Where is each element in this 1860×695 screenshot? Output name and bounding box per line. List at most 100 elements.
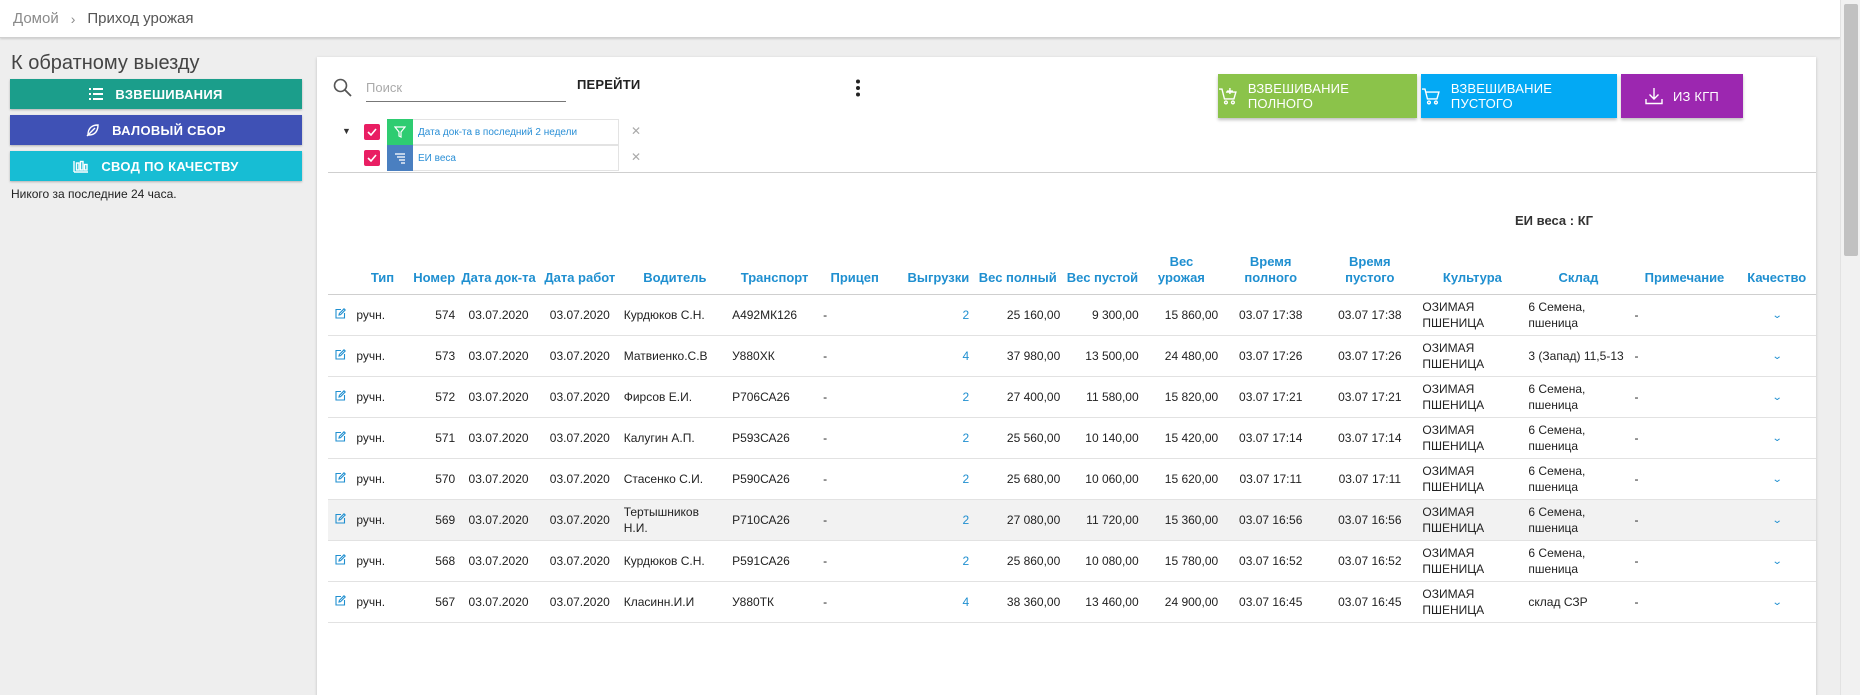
col-culture[interactable]: Культура [1419,239,1526,295]
col-driver[interactable]: Водитель [620,239,730,295]
weigh-empty-button[interactable]: ВЗВЕШИВАНИЕ ПУСТОГО [1421,74,1617,118]
go-button[interactable]: ПЕРЕЙТИ [577,77,640,92]
chevron-down-icon[interactable]: ⌄ [1771,308,1782,324]
col-storage[interactable]: Склад [1525,239,1632,295]
cell-type: ручн. [353,540,398,582]
cell-weight-empty: 13 460,00 [1063,581,1142,623]
chevron-down-icon[interactable]: ⌄ [1771,431,1782,447]
cell-driver: Стасенко С.И. [620,458,730,500]
remove-filter-icon[interactable]: ✕ [631,150,641,164]
quality-expand[interactable]: ⌄ [1737,294,1816,336]
more-vertical-icon[interactable] [855,79,861,97]
cell-unloads[interactable]: 2 [889,417,973,459]
search-input[interactable] [366,74,566,102]
col-time-empty[interactable]: Время пустого [1320,239,1420,295]
col-type[interactable]: Тип [353,239,398,295]
search-icon[interactable] [333,78,352,97]
chevron-down-icon[interactable]: ⌄ [1771,349,1782,365]
chevron-down-icon[interactable]: ⌄ [1771,554,1782,570]
cell-time-empty: 03.07 16:52 [1320,540,1420,582]
table-row[interactable]: ручн. 569 03.07.2020 03.07.2020 Тертышников … [328,499,1816,541]
cell-number: 574 [397,294,459,336]
cell-unloads[interactable]: 2 [889,458,973,500]
col-transport[interactable]: Транспорт [729,239,821,295]
filter-label[interactable]: ЕИ веса [413,145,619,171]
table-row[interactable]: ручн. 572 03.07.2020 03.07.2020 Фирсов Е.И. Р… [328,376,1816,418]
cell-time-empty: 03.07 16:56 [1320,499,1420,541]
filter-label[interactable]: Дата док-та в последний 2 недели [413,119,619,145]
from-kgp-button[interactable]: ИЗ КГП [1621,74,1743,118]
cell-unloads[interactable]: 2 [889,499,973,541]
col-trailer[interactable]: Прицеп [820,239,890,295]
col-edit [328,239,354,295]
table-row[interactable]: ручн. 573 03.07.2020 03.07.2020 Матвиенко.С.… [328,335,1816,377]
edit-icon[interactable] [328,581,354,623]
remove-filter-icon[interactable]: ✕ [631,124,641,138]
cell-culture: ОЗИМАЯ ПШЕНИЦА [1419,417,1526,459]
edit-icon[interactable] [328,458,354,500]
scrollbar-thumb[interactable] [1844,4,1858,256]
filter-checkbox[interactable] [364,124,380,140]
table-row[interactable]: ручн. 570 03.07.2020 03.07.2020 Стасенко С.И… [328,458,1816,500]
col-quality[interactable]: Качество [1737,239,1816,295]
edit-icon[interactable] [328,499,354,541]
cell-note: - [1631,417,1738,459]
chevron-down-icon[interactable]: ⌄ [1771,513,1782,529]
edit-icon[interactable] [328,335,354,377]
col-number[interactable]: Номер [397,239,459,295]
cell-type: ручн. [353,376,398,418]
cell-weight-harvest: 15 860,00 [1141,294,1222,336]
table-row[interactable]: ручн. 574 03.07.2020 03.07.2020 Курдюков С.Н… [328,294,1816,336]
table-row[interactable]: ручн. 568 03.07.2020 03.07.2020 Курдюков С.Н… [328,540,1816,582]
col-doc-date[interactable]: Дата док-та [458,239,539,295]
col-weight-empty[interactable]: Вес пустой [1063,239,1142,295]
cell-storage: 6 Семена, пшеница [1525,417,1632,459]
cell-unloads[interactable]: 2 [889,294,973,336]
cell-unloads[interactable]: 2 [889,376,973,418]
cell-unloads[interactable]: 4 [889,335,973,377]
filter-checkbox[interactable] [364,150,380,166]
edit-icon[interactable] [328,376,354,418]
quality-expand[interactable]: ⌄ [1737,581,1816,623]
cell-weight-harvest: 15 620,00 [1141,458,1222,500]
quality-expand[interactable]: ⌄ [1737,376,1816,418]
left-sidebar: К обратному выезду ВЗВЕШИВАНИЯ ВАЛОВЫЙ С… [10,52,302,201]
col-unloads[interactable]: Выгрузки [889,239,973,295]
col-note[interactable]: Примечание [1631,239,1738,295]
vertical-scrollbar[interactable] [1840,0,1860,695]
cell-driver: Класинн.И.И [620,581,730,623]
cell-driver: Курдюков С.Н. [620,540,730,582]
edit-icon[interactable] [328,540,354,582]
leaf-icon [86,124,99,137]
quality-summary-button[interactable]: СВОД ПО КАЧЕСТВУ [10,151,302,181]
cell-culture: ОЗИМАЯ ПШЕНИЦА [1419,581,1526,623]
edit-icon[interactable] [328,417,354,459]
quality-expand[interactable]: ⌄ [1737,335,1816,377]
col-work-date[interactable]: Дата работ [538,239,621,295]
quality-expand[interactable]: ⌄ [1737,458,1816,500]
table-row[interactable]: ручн. 567 03.07.2020 03.07.2020 Класинн.И.И У… [328,581,1816,623]
cell-note: - [1631,540,1738,582]
cell-unloads[interactable]: 4 [889,581,973,623]
cell-trailer: - [820,499,890,541]
chevron-down-icon[interactable]: ⌄ [1771,472,1782,488]
chevron-down-icon[interactable]: ⌄ [1771,595,1782,611]
quality-expand[interactable]: ⌄ [1737,540,1816,582]
breadcrumb-home-link[interactable]: Домой [13,10,59,27]
col-time-full[interactable]: Время полного [1221,239,1321,295]
cell-number: 573 [397,335,459,377]
cell-note: - [1631,294,1738,336]
weighings-button[interactable]: ВЗВЕШИВАНИЯ [10,79,302,109]
cell-type: ручн. [353,581,398,623]
edit-icon[interactable] [328,294,354,336]
weigh-full-button[interactable]: ВЗВЕШИВАНИЕ ПОЛНОГО [1218,74,1417,118]
col-weight-harvest[interactable]: Вес урожая [1141,239,1222,295]
gross-harvest-button[interactable]: ВАЛОВЫЙ СБОР [10,115,302,145]
col-weight-full[interactable]: Вес полный [972,239,1064,295]
quality-expand[interactable]: ⌄ [1737,499,1816,541]
quality-expand[interactable]: ⌄ [1737,417,1816,459]
table-row[interactable]: ручн. 571 03.07.2020 03.07.2020 Калугин А.П.… [328,417,1816,459]
collapse-caret-icon[interactable]: ▼ [342,126,351,136]
chevron-down-icon[interactable]: ⌄ [1771,390,1782,406]
cell-unloads[interactable]: 2 [889,540,973,582]
